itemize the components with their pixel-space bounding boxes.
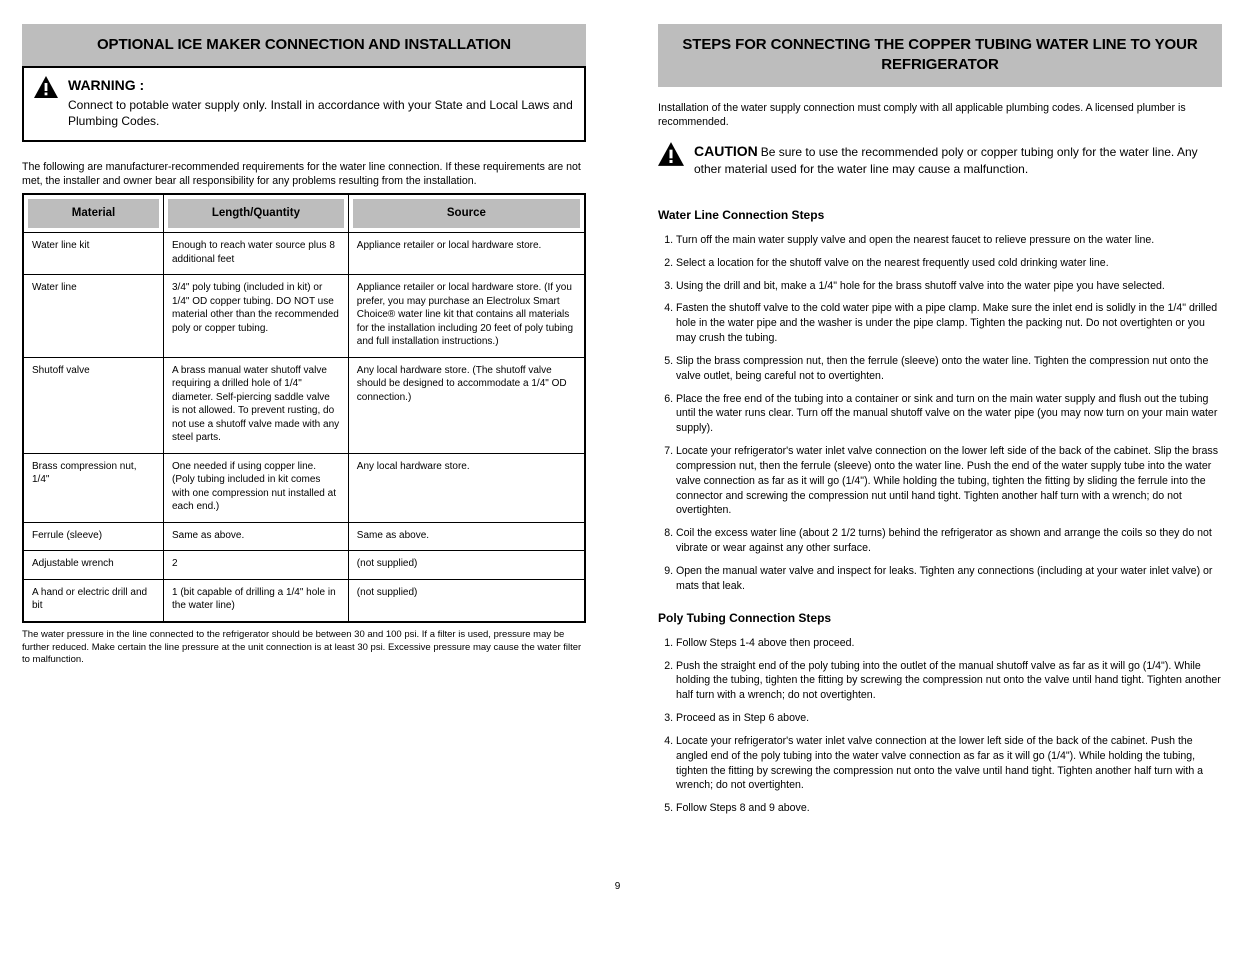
warning-content: WARNING : Connect to potable water suppl… xyxy=(68,76,574,129)
caution-label: CAUTION xyxy=(694,143,758,159)
caution-block: CAUTION Be sure to use the recommended p… xyxy=(658,142,1222,177)
table-body: Water line kit Enough to reach water sou… xyxy=(24,233,584,621)
th-length: Length/Quantity xyxy=(164,195,349,234)
step-item: Locate your refrigerator's water inlet v… xyxy=(676,734,1222,793)
caution-text: Be sure to use the recommended poly or c… xyxy=(694,145,1198,176)
table-row: Adjustable wrench 2 (not supplied) xyxy=(24,551,584,580)
warning-label: WARNING : xyxy=(68,76,574,95)
pressure-footnote: The water pressure in the line connected… xyxy=(22,629,586,667)
warning-icon xyxy=(34,76,58,98)
caution-icon xyxy=(658,142,684,170)
table-row: Shutoff valve A brass manual water shuto… xyxy=(24,358,584,454)
table-row: Water line 3/4" poly tubing (included in… xyxy=(24,275,584,358)
table-row: Brass compression nut, 1/4" One needed i… xyxy=(24,454,584,523)
warning-box: WARNING : Connect to potable water suppl… xyxy=(22,66,586,141)
page-number: 9 xyxy=(22,880,1213,910)
left-banner: OPTIONAL ICE MAKER CONNECTION AND INSTAL… xyxy=(22,24,586,66)
step-item: Using the drill and bit, make a 1/4" hol… xyxy=(676,279,1222,294)
step-item: Coil the excess water line (about 2 1/2 … xyxy=(676,526,1222,556)
steps-list-2: Follow Steps 1-4 above then proceed. Pus… xyxy=(658,636,1222,816)
left-column: OPTIONAL ICE MAKER CONNECTION AND INSTAL… xyxy=(22,24,586,824)
steps-heading-2: Poly Tubing Connection Steps xyxy=(658,610,1222,626)
step-item: Fasten the shutoff valve to the cold wat… xyxy=(676,301,1222,345)
right-intro: Installation of the water supply connect… xyxy=(658,101,1222,130)
table-row: Water line kit Enough to reach water sou… xyxy=(24,233,584,275)
th-source: Source xyxy=(349,195,584,234)
step-item: Open the manual water valve and inspect … xyxy=(676,564,1222,594)
steps-heading: Water Line Connection Steps xyxy=(658,207,1222,223)
step-item: Turn off the main water supply valve and… xyxy=(676,233,1222,248)
th-material: Material xyxy=(24,195,164,234)
step-item: Slip the brass compression nut, then the… xyxy=(676,354,1222,384)
step-item: Push the straight end of the poly tubing… xyxy=(676,659,1222,703)
step-item: Select a location for the shutoff valve … xyxy=(676,256,1222,271)
right-column: STEPS FOR CONNECTING THE COPPER TUBING W… xyxy=(658,24,1222,824)
step-item: Place the free end of the tubing into a … xyxy=(676,392,1222,436)
intro-paragraph: The following are manufacturer-recommend… xyxy=(22,160,586,189)
right-banner: STEPS FOR CONNECTING THE COPPER TUBING W… xyxy=(658,24,1222,87)
table-row: Ferrule (sleeve) Same as above. Same as … xyxy=(24,523,584,552)
table-row: A hand or electric drill and bit 1 (bit … xyxy=(24,580,584,621)
step-item: Proceed as in Step 6 above. xyxy=(676,711,1222,726)
step-item: Follow Steps 8 and 9 above. xyxy=(676,801,1222,816)
warning-text: Connect to potable water supply only. In… xyxy=(68,97,574,129)
materials-table: Material Length/Quantity Source Water li… xyxy=(22,193,586,623)
steps-list: Turn off the main water supply valve and… xyxy=(658,233,1222,594)
step-item: Locate your refrigerator's water inlet v… xyxy=(676,444,1222,518)
step-item: Follow Steps 1-4 above then proceed. xyxy=(676,636,1222,651)
